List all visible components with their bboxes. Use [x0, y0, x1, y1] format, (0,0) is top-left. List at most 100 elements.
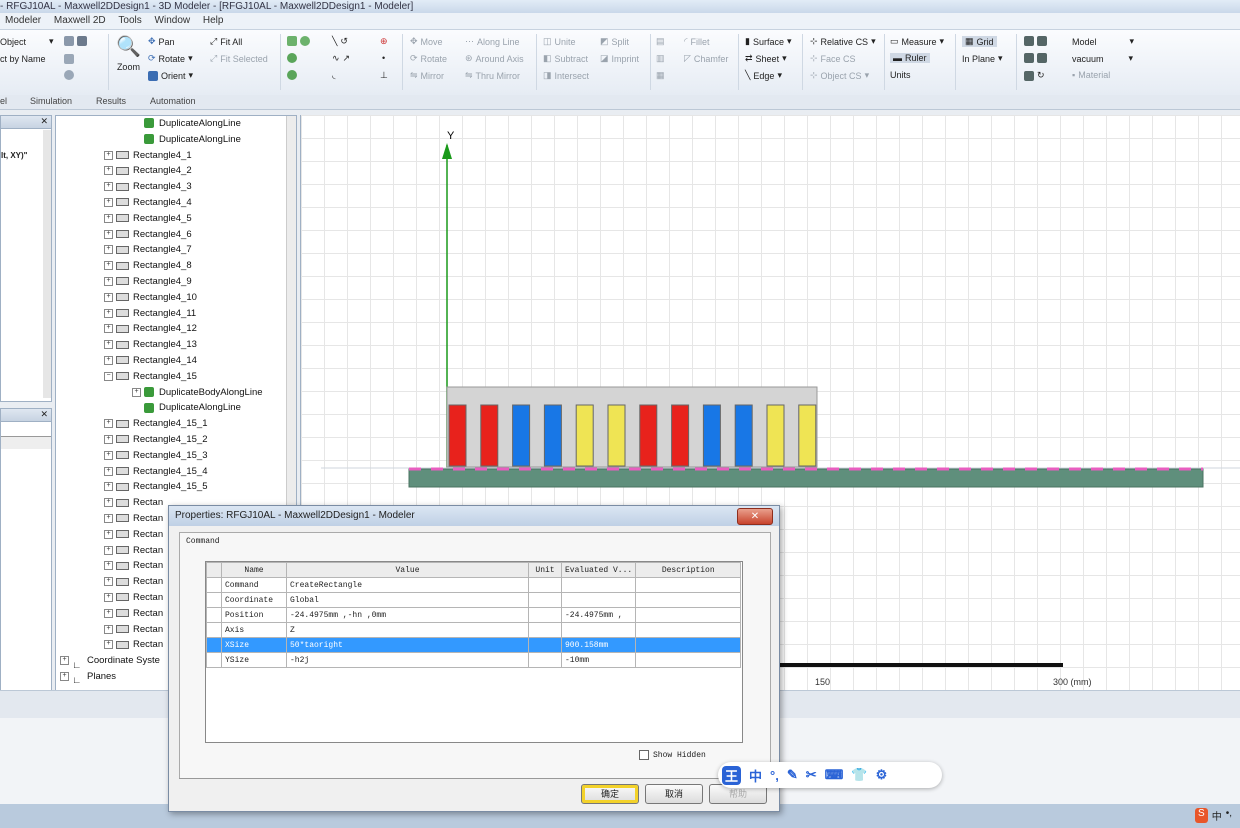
subtract-button[interactable]: ◧ Subtract	[543, 53, 588, 64]
tree-item[interactable]: + Rectangle4_15_5	[104, 479, 207, 495]
expand-icon[interactable]: +	[104, 640, 113, 650]
coil-slot[interactable]	[607, 404, 626, 467]
material-dropdown[interactable]: vacuum ▾	[1072, 53, 1133, 64]
tree-item[interactable]: + Rectangle4_12	[104, 321, 197, 337]
along-line-button[interactable]: ⋯ Along Line	[465, 36, 520, 47]
ime-skin-icon[interactable]: 👕	[851, 767, 867, 783]
tree-item[interactable]: +DuplicateAlongLine	[132, 400, 241, 416]
tab-automation[interactable]: Automation	[150, 96, 196, 106]
property-value-cell[interactable]: -h2j	[286, 652, 529, 668]
coil-slot[interactable]	[512, 404, 531, 467]
ime-scissors-icon[interactable]: ✂	[806, 767, 817, 783]
render-icon[interactable]: ↻	[1024, 70, 1045, 81]
coil-slot[interactable]	[480, 404, 499, 467]
expand-icon[interactable]: +	[104, 529, 113, 539]
expand-icon[interactable]: +	[104, 466, 113, 476]
expand-icon[interactable]: +	[104, 624, 113, 634]
expand-icon[interactable]: +	[104, 261, 113, 271]
property-row[interactable]: YSize -h2j -10mm	[206, 652, 742, 668]
row-selector[interactable]	[206, 577, 222, 593]
row-selector[interactable]	[206, 637, 222, 653]
property-value-cell[interactable]: -24.4975mm ,-hn ,0mm	[286, 607, 529, 623]
expand-icon[interactable]: +	[104, 561, 113, 571]
expand-icon[interactable]: +	[104, 308, 113, 318]
tree-item[interactable]: + Rectan	[104, 622, 163, 638]
property-row[interactable]: Coordinate Global	[206, 592, 742, 608]
tree-item[interactable]: +DuplicateAlongLine	[132, 116, 241, 132]
relative-cs-button[interactable]: ⊹ Relative CS ▾	[810, 36, 876, 47]
property-row[interactable]: XSize 50*taoright 900.158mm	[206, 637, 742, 653]
draw-ellipse-icon[interactable]	[287, 70, 297, 80]
ok-button[interactable]: 确定	[581, 784, 639, 804]
expand-icon[interactable]: +	[60, 656, 69, 666]
tab-model[interactable]: el	[0, 96, 7, 106]
cylinder-icon[interactable]	[64, 54, 74, 64]
property-value-cell[interactable]: Global	[286, 592, 529, 608]
model-dropdown[interactable]: Model ▾	[1072, 36, 1134, 47]
tree-item[interactable]: + Rectangle4_15_1	[104, 416, 207, 432]
select-by-name-button[interactable]: ct by Name	[0, 54, 46, 64]
ime-punctuation-icon[interactable]: °,	[770, 768, 779, 783]
expand-icon[interactable]: +	[104, 182, 113, 192]
rotate-button[interactable]: ⟳ Rotate ▾	[148, 53, 193, 64]
tree-item[interactable]: + Rectan	[104, 590, 163, 606]
tree-item[interactable]: + Rectangle4_4	[104, 195, 192, 211]
row-selector[interactable]	[206, 607, 222, 623]
intersect-button[interactable]: ◨ Intersect	[543, 70, 589, 81]
face-cs-button[interactable]: ⊹ Face CS	[810, 53, 856, 64]
expand-icon[interactable]: +	[104, 482, 113, 492]
tree-item[interactable]: + Rectangle4_11	[104, 306, 196, 322]
menu-tools[interactable]: Tools	[113, 13, 146, 29]
point-icon[interactable]: ⊕	[380, 36, 388, 47]
object-cs-button[interactable]: ⊹ Object CS ▾	[810, 70, 869, 81]
show-hidden-checkbox[interactable]	[639, 750, 649, 760]
tree-item[interactable]: + Rectan	[104, 527, 163, 543]
ime-logo-icon[interactable]: 王	[722, 765, 742, 785]
tab-command[interactable]: Command	[180, 533, 770, 550]
tree-item[interactable]: + Rectan	[104, 495, 163, 511]
coil-slot[interactable]	[766, 404, 785, 467]
expand-icon[interactable]: +	[104, 229, 113, 239]
tree-item[interactable]: + Rectan	[104, 543, 163, 559]
units-button[interactable]: Units	[890, 70, 911, 80]
imprint-button[interactable]: ◪ Imprint	[600, 53, 639, 64]
row-selector[interactable]	[206, 652, 222, 668]
coil-slot[interactable]	[639, 404, 658, 467]
secondary-plate[interactable]	[408, 468, 1204, 488]
column-name[interactable]: Name	[221, 562, 287, 578]
ruler-button[interactable]: ▬ Ruler	[890, 53, 930, 63]
column-unit[interactable]: Unit	[528, 562, 562, 578]
collapse-icon[interactable]: −	[104, 371, 113, 381]
close-icon[interactable]: ✕	[40, 409, 48, 420]
tree-item[interactable]: + Rectangle4_9	[104, 274, 192, 290]
menu-help[interactable]: Help	[198, 13, 229, 29]
unite-button[interactable]: ◫ Unite	[543, 36, 576, 47]
thru-mirror-button[interactable]: ⇋ Thru Mirror	[465, 70, 520, 81]
column-description[interactable]: Description	[635, 562, 742, 578]
expand-icon[interactable]: +	[104, 197, 113, 207]
zoom-button[interactable]: 🔍 Zoom	[116, 34, 141, 72]
dialog-close-button[interactable]: ✕	[737, 508, 773, 525]
coil-slot[interactable]	[448, 404, 467, 467]
column-evaluated[interactable]: Evaluated V...	[560, 562, 637, 578]
coil-slot[interactable]	[702, 404, 721, 467]
sweep-icon[interactable]: ▤	[656, 36, 665, 47]
tree-item[interactable]: − Rectangle4_15	[104, 369, 197, 385]
property-value-cell[interactable]: 50*taoright	[286, 637, 529, 653]
tree-item[interactable]: + Rectangle4_8	[104, 258, 192, 274]
tab-simulation[interactable]: Simulation	[30, 96, 72, 106]
draw-arc-icon[interactable]: ◟	[332, 70, 336, 81]
tree-item[interactable]: +DuplicateAlongLine	[132, 132, 241, 148]
fit-selected-button[interactable]: ⤢ Fit Selected	[210, 53, 268, 64]
sogou-icon[interactable]: S	[1195, 808, 1208, 823]
draw-spline-icon[interactable]: ∿ ↗	[332, 53, 350, 64]
cancel-button[interactable]: 取消	[645, 784, 703, 804]
coil-slot[interactable]	[734, 404, 753, 467]
expand-icon[interactable]: +	[104, 340, 113, 350]
property-value-cell[interactable]: Z	[286, 622, 529, 638]
measure-button[interactable]: ▭ Measure ▾	[890, 36, 944, 47]
ime-chinese-icon[interactable]: 中	[749, 766, 762, 785]
grid-button[interactable]: ▦ Grid	[962, 36, 997, 47]
edge-button[interactable]: ╲ Edge ▾	[745, 70, 782, 81]
fillet-button[interactable]: ◜ Fillet	[684, 36, 710, 47]
